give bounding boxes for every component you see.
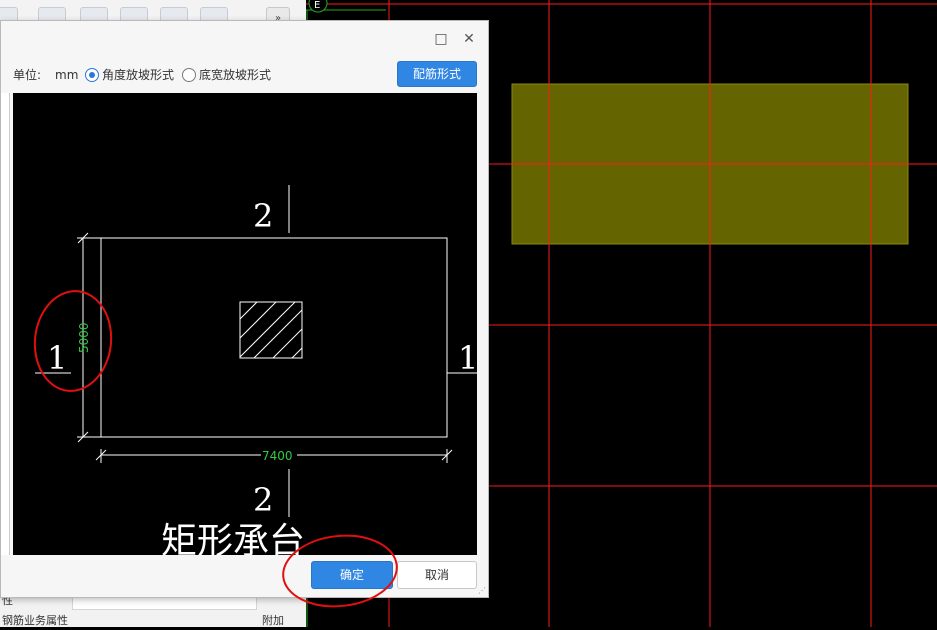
- section-label-bottom: 2: [253, 481, 273, 519]
- section-label-top: 2: [253, 197, 273, 235]
- preview-drawing: 2 5000 1 1 7400 2 矩形承台: [33, 185, 477, 555]
- dim-width: 7400: [262, 449, 293, 463]
- pile-cap-dialog: □ ✕ 单位: mm 角度放坡形式 底宽放坡形式 配筋形式 2 5000 1 1…: [0, 20, 489, 598]
- radio-angle-slope[interactable]: [85, 68, 99, 82]
- dialog-side-strip: [1, 93, 10, 555]
- property-extra: 附加: [262, 614, 284, 627]
- option-angle-label[interactable]: 角度放坡形式: [102, 65, 174, 85]
- axis-label: E: [314, 0, 320, 11]
- pile-cap-preview: 2 5000 1 1 7400 2 矩形承台: [13, 93, 477, 555]
- property-label-rebar: 钢筋业务属性: [2, 614, 68, 627]
- ok-button[interactable]: 确定: [311, 561, 393, 589]
- section-label-right: 1: [458, 339, 477, 377]
- annotation-circle-left: [33, 290, 113, 392]
- close-icon[interactable]: ✕: [459, 29, 479, 49]
- unit-value: mm: [55, 68, 79, 82]
- option-width-label[interactable]: 底宽放坡形式: [199, 65, 271, 85]
- rebar-form-button[interactable]: 配筋形式: [397, 61, 477, 87]
- resize-grip-icon[interactable]: ⋰: [478, 586, 486, 595]
- section-label-left: 1: [47, 339, 67, 377]
- maximize-icon[interactable]: □: [431, 29, 451, 49]
- dim-height: 5000: [77, 322, 91, 353]
- cancel-button[interactable]: 取消: [397, 561, 477, 589]
- unit-label: 单位:: [13, 68, 42, 82]
- preview-caption: 矩形承台: [161, 521, 305, 555]
- radio-width-slope[interactable]: [182, 68, 196, 82]
- property-row-rebar[interactable]: 钢筋业务属性 附加: [0, 612, 300, 630]
